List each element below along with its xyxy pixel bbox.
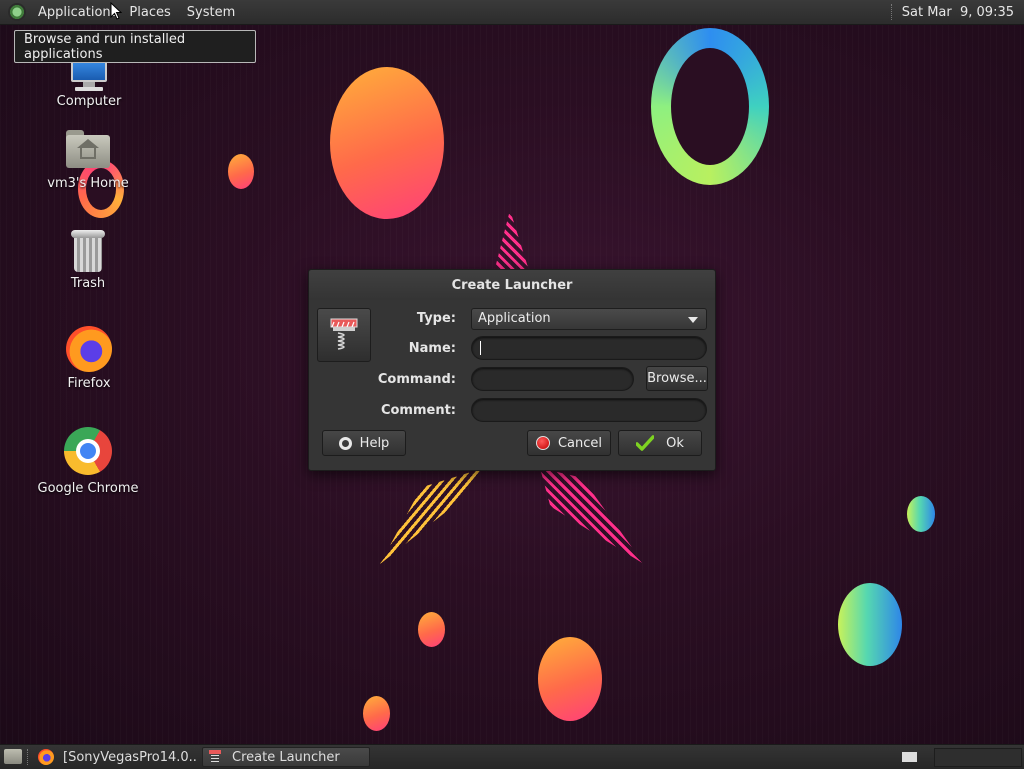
name-label: Name:: [408, 341, 456, 356]
launcher-icon: [207, 749, 223, 765]
cancel-icon: [535, 436, 550, 450]
taskbar-item-sonyvegas[interactable]: [SonyVegasPro14.0...: [34, 747, 198, 767]
dropdown-arrow-icon: [688, 317, 698, 323]
panel-separator: [27, 749, 28, 765]
decor-striped-star-left: [380, 468, 484, 564]
desktop-icon-label: Computer: [56, 94, 122, 109]
command-field[interactable]: [471, 367, 634, 391]
checkmark-icon: [636, 435, 655, 451]
menu-system[interactable]: System: [181, 5, 241, 20]
launcher-icon-button[interactable]: [317, 308, 371, 362]
chrome-icon: [64, 427, 112, 475]
desktop-icon-label: Trash: [70, 276, 106, 291]
type-dropdown[interactable]: Application: [471, 308, 707, 330]
clock[interactable]: Sat Mar 9, 09:35: [902, 5, 1024, 20]
help-button-label: Help: [359, 435, 390, 451]
desktop-icon-trash[interactable]: Trash: [33, 230, 143, 291]
distro-logo-icon[interactable]: [8, 3, 26, 21]
ok-button[interactable]: Ok: [618, 430, 702, 456]
help-icon: [338, 436, 352, 450]
decor-cool-dot: [907, 496, 935, 532]
decor-cool-ring: [651, 28, 769, 185]
desktop-icon-computer[interactable]: Computer: [34, 58, 144, 109]
comment-label: Comment:: [380, 403, 456, 418]
menu-places[interactable]: Places: [123, 5, 176, 20]
cancel-button-label: Cancel: [557, 435, 603, 451]
decor-orange-dot-3: [363, 696, 390, 731]
taskbar-item-label: Create Launcher: [232, 749, 340, 765]
desktop-icon-chrome[interactable]: Google Chrome: [33, 427, 143, 496]
computer-icon: [67, 58, 111, 92]
help-button[interactable]: Help: [322, 430, 406, 456]
desktop-icon-label: Firefox: [67, 376, 111, 391]
create-launcher-dialog: Create Launcher Type: Application Name: …: [308, 269, 716, 471]
decor-orange-ellipse-bottom: [538, 637, 602, 721]
desktop-icon-label: Google Chrome: [37, 481, 139, 496]
decor-striped-star-right: [540, 468, 644, 564]
desktop-icon-label: vm3's Home: [47, 176, 129, 191]
name-field[interactable]: [471, 336, 707, 360]
decor-orange-ellipse-large: [330, 67, 444, 219]
panel-separator: [890, 4, 894, 20]
trash-icon: [69, 230, 107, 272]
mouse-pointer-icon: [110, 2, 122, 20]
top-panel: Applications Places System Sat Mar 9, 09…: [0, 0, 1024, 25]
workspace-2[interactable]: [934, 748, 1022, 767]
launcher-icon: [330, 318, 358, 350]
applications-tooltip: Browse and run installed applications: [14, 30, 256, 63]
type-dropdown-value: Application: [478, 311, 551, 326]
dialog-title[interactable]: Create Launcher: [309, 270, 715, 300]
command-label: Command:: [377, 372, 456, 387]
comment-field[interactable]: [471, 398, 707, 422]
firefox-icon: [66, 326, 112, 372]
desktop-icon-home[interactable]: vm3's Home: [33, 130, 143, 191]
browse-button[interactable]: Browse...: [646, 366, 708, 391]
show-desktop-icon[interactable]: [4, 749, 22, 764]
decor-orange-dot: [228, 154, 254, 189]
decor-orange-dot-2: [418, 612, 445, 647]
ok-button-label: Ok: [666, 435, 684, 451]
cancel-button[interactable]: Cancel: [527, 430, 611, 456]
workspace-switcher-icon[interactable]: [902, 752, 917, 762]
text-caret: [480, 340, 481, 355]
firefox-icon: [38, 749, 54, 765]
decor-cool-ellipse: [838, 583, 902, 666]
bottom-panel: [SonyVegasPro14.0... Create Launcher: [0, 744, 1024, 769]
desktop-icon-firefox[interactable]: Firefox: [34, 326, 144, 391]
browse-button-label: Browse...: [647, 371, 707, 386]
taskbar-item-label: [SonyVegasPro14.0...: [63, 749, 198, 765]
type-label: Type:: [416, 311, 456, 326]
taskbar-item-create-launcher[interactable]: Create Launcher: [202, 747, 370, 767]
home-folder-icon: [66, 130, 110, 168]
